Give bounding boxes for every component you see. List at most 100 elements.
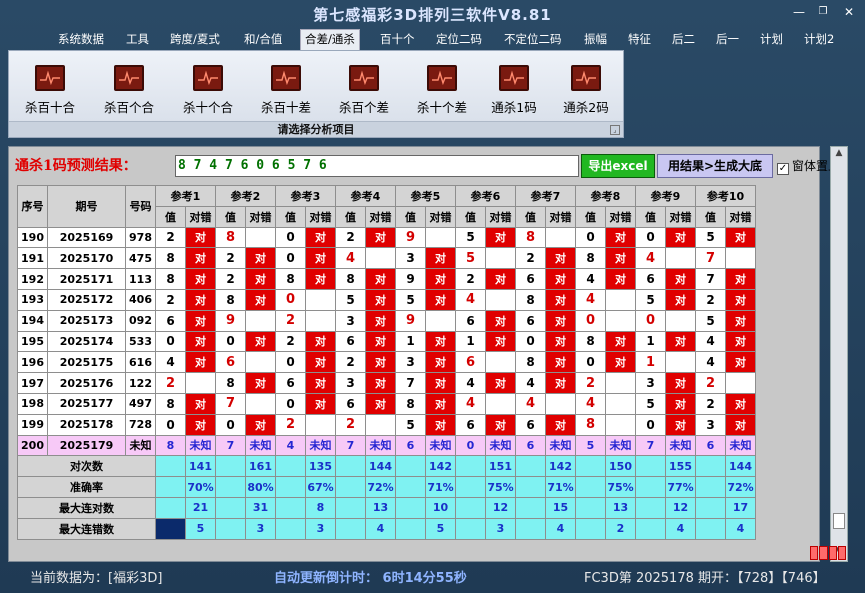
ref-value: 1 — [455, 330, 486, 353]
activity-indicator — [810, 546, 846, 560]
miss-cell — [485, 351, 516, 374]
ref-value: 5 — [695, 226, 726, 249]
menu-item-5[interactable]: 百十个 — [376, 30, 419, 48]
ribbon-expander-icon[interactable]: ⌟ — [610, 125, 620, 135]
miss-cell — [485, 288, 516, 311]
hit-badge: 对 — [545, 268, 576, 290]
row-seq: 194 — [17, 309, 48, 332]
result-table: 序号 期号 号码 参考1 参考2 参考3 参考4 参考5 参考6 参考7 参考8 参考9 参考10 值对错… — [17, 185, 756, 540]
stats-spacer — [215, 496, 246, 519]
ref-value: 0 — [275, 351, 306, 374]
stats-value: 4 — [545, 517, 576, 540]
menu-item-3[interactable]: 和/合值 — [240, 30, 286, 48]
hit-badge: 对 — [485, 413, 516, 436]
checkmark-icon[interactable]: ✓ — [777, 163, 789, 175]
chart-icon — [193, 65, 223, 91]
ref-value: 2 — [335, 226, 366, 249]
scroll-up-icon[interactable]: ▲ — [832, 148, 846, 162]
stats-spacer — [275, 455, 306, 478]
table-row[interactable]: 193 2025172 406 2 对 8 对 0 5 对 5 对 4 8 对 4 5 对 2 对 — [17, 288, 756, 311]
stats-spacer — [395, 517, 426, 540]
hit-badge: 对 — [725, 413, 756, 436]
menu-item-10[interactable]: 后二 — [668, 30, 699, 48]
menu-item-12[interactable]: 计划 — [756, 30, 787, 48]
restore-button[interactable]: ❐ — [812, 4, 834, 20]
ref-value: 0 — [215, 413, 246, 436]
table-row[interactable]: 198 2025177 497 8 对 7 0 对 6 对 8 对 4 4 4 5 对 2 对 — [17, 392, 756, 415]
ribbon-button-6[interactable]: 通杀1码 — [479, 65, 549, 123]
menu-item-1[interactable]: 工具 — [122, 30, 153, 48]
ribbon-button-7[interactable]: 通杀2码 — [551, 65, 621, 123]
table-row[interactable]: 192 2025171 113 8 对 2 对 8 对 8 对 9 对 2 对 6 对 4 对 6 对 7 对 — [17, 268, 756, 290]
header-value: 值 — [515, 205, 546, 228]
close-button[interactable]: ✕ — [838, 4, 860, 20]
menu-item-11[interactable]: 后一 — [712, 30, 743, 48]
stats-spacer — [155, 496, 186, 519]
stats-value: 3 — [245, 517, 276, 540]
stats-value: 70% — [185, 476, 216, 498]
table-row[interactable]: 191 2025170 475 8 对 2 对 0 对 4 3 对 5 2 对 8 对 4 7 — [17, 247, 756, 270]
menu-item-13[interactable]: 计划2 — [800, 30, 838, 48]
hit-badge: 对 — [725, 330, 756, 353]
ribbon-caption: 请选择分析项目 — [9, 121, 623, 137]
menu-item-0[interactable]: 系统数据 — [54, 30, 108, 48]
ref-value: 5 — [575, 434, 606, 457]
stats-value: 4 — [665, 517, 696, 540]
scroll-thumb[interactable] — [833, 513, 845, 529]
table-row[interactable]: 195 2025174 533 0 对 0 对 2 对 6 对 1 对 1 对 0 对 8 对 1 对 4 对 — [17, 330, 756, 353]
table-row[interactable]: 200 2025179 未知 8 未知 7 未知 4 未知 7 未知 6 未知 0 未知 6 未知 5 未知 7 未知 6… — [17, 434, 756, 457]
menu-item-2[interactable]: 跨度/夏式 — [166, 30, 224, 48]
table-row[interactable]: 190 2025169 978 2 对 8 0 对 2 对 9 5 对 8 0 对 0 对 5 对 — [17, 226, 756, 249]
row-seq: 191 — [17, 247, 48, 270]
table-row[interactable]: 199 2025178 728 0 对 0 对 2 2 5 对 6 对 6 对 8 0 对 3 对 — [17, 413, 756, 436]
stats-spacer — [455, 496, 486, 519]
ribbon-button-3[interactable]: 杀百十差 — [251, 65, 321, 123]
stats-value: 144 — [725, 455, 756, 478]
hit-badge: 未知 — [185, 434, 216, 457]
minimize-button[interactable]: — — [788, 4, 810, 20]
ribbon-button-1[interactable]: 杀百个合 — [94, 65, 164, 123]
hit-badge: 对 — [185, 413, 216, 436]
hit-badge: 对 — [545, 413, 576, 436]
generate-base-button[interactable]: 用结果>生成大底 — [657, 154, 773, 178]
ref-value: 0 — [155, 413, 186, 436]
ref-value: 4 — [455, 392, 486, 415]
menu-item-9[interactable]: 特征 — [624, 30, 655, 48]
ref-value: 0 — [575, 226, 606, 249]
ref-value: 8 — [575, 330, 606, 353]
menu-item-7[interactable]: 不定位二码 — [500, 30, 566, 48]
ref-value: 2 — [275, 413, 306, 436]
row-seq: 193 — [17, 288, 48, 311]
header-ref-3: 参考3 — [275, 185, 336, 207]
ref-value: 6 — [515, 413, 546, 436]
stats-spacer — [155, 455, 186, 478]
miss-cell — [545, 392, 576, 415]
ref-value: 3 — [395, 351, 426, 374]
ribbon-button-4[interactable]: 杀百个差 — [329, 65, 399, 123]
vertical-scrollbar[interactable]: ▲ ▼ — [830, 146, 848, 562]
ribbon-button-0[interactable]: 杀百十合 — [15, 65, 85, 123]
hit-badge: 未知 — [605, 434, 636, 457]
table-row[interactable]: 194 2025173 092 6 对 9 2 3 对 9 6 对 6 对 0 0 5 对 — [17, 309, 756, 332]
table-row[interactable]: 197 2025176 122 2 8 对 6 对 3 对 7 对 4 对 4 对 2 3 对 2 — [17, 372, 756, 394]
stats-row: 准确率 70% 80% 67% 72% 71% 75% 71% 75% 77% 72% — [17, 476, 756, 498]
ref-value: 2 — [335, 351, 366, 374]
ribbon-button-5[interactable]: 杀十个差 — [407, 65, 477, 123]
ref-value: 6 — [215, 351, 246, 374]
table-row[interactable]: 196 2025175 616 4 对 6 0 对 2 对 3 对 6 8 对 0 对 1 4 对 — [17, 351, 756, 374]
hit-badge: 对 — [305, 392, 336, 415]
stats-value: 142 — [425, 455, 456, 478]
ribbon-button-2[interactable]: 杀十个合 — [173, 65, 243, 123]
export-excel-button[interactable]: 导出excel — [581, 154, 655, 178]
menu-item-6[interactable]: 定位二码 — [432, 30, 486, 48]
menu-item-8[interactable]: 振幅 — [580, 30, 611, 48]
miss-cell — [605, 392, 636, 415]
row-period: 2025174 — [47, 330, 126, 353]
header-hit: 对错 — [605, 205, 636, 228]
app-window: 第七感福彩3D排列三软件V8.81 — ❐ ✕ 系统数据 工具 跨度/夏式 和/合值合… — [0, 0, 865, 593]
prediction-result-field[interactable]: 8 7 4 7 6 0 6 5 7 6 — [175, 155, 579, 177]
hit-badge: 对 — [365, 392, 396, 415]
ref-value: 3 — [395, 247, 426, 270]
ref-value: 3 — [335, 309, 366, 332]
menu-item-4[interactable]: 合差/通杀 — [300, 29, 360, 50]
